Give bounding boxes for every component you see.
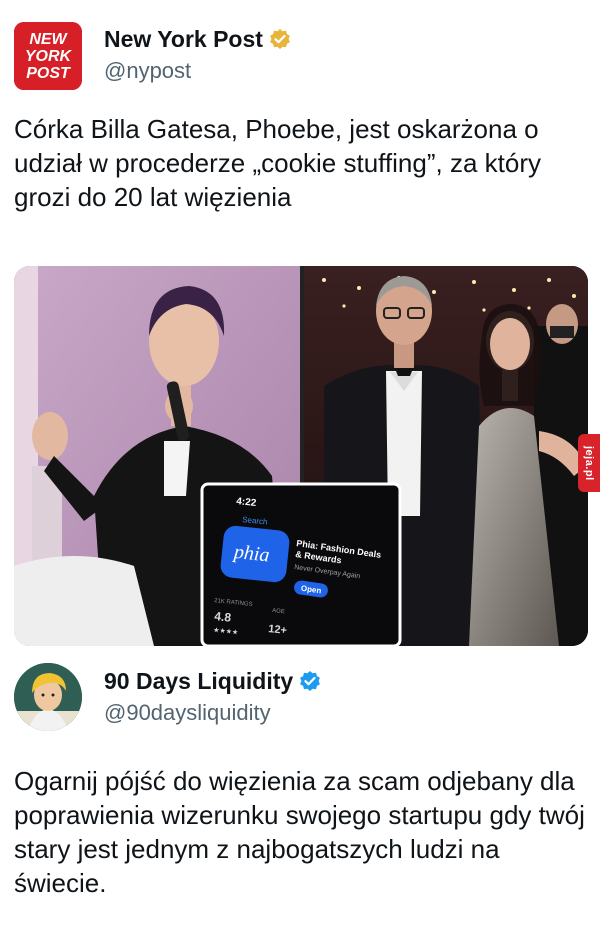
tweet-text: Córka Billa Gatesa, Phoebe, jest oskarżo… <box>14 114 541 212</box>
nypost-logo-icon: NEW YORK POST <box>14 22 82 90</box>
reply-author-name[interactable]: 90 Days Liquidity <box>104 668 321 698</box>
author-name[interactable]: New York Post <box>104 26 291 56</box>
inset-app-screenshot: 4:22 Search phia Phia: Fashion Deals & R… <box>200 482 402 646</box>
tweet-media[interactable]: 4:22 Search phia Phia: Fashion Deals & R… <box>14 266 588 646</box>
svg-text:phia: phia <box>231 541 271 567</box>
verified-blue-icon <box>299 670 321 698</box>
reply-author-name-text: 90 Days Liquidity <box>104 668 294 694</box>
reply-author-handle[interactable]: @90daysliquidity <box>104 700 271 726</box>
reply-avatar[interactable] <box>14 663 82 731</box>
svg-text:4:22: 4:22 <box>236 496 257 509</box>
tweet-header: NEW YORK POST New York Post @nypost <box>0 0 600 100</box>
verified-gold-icon <box>269 28 291 56</box>
svg-text:4.8: 4.8 <box>214 609 232 625</box>
jeja-watermark: jeja.pl <box>578 434 600 492</box>
svg-text:NEW: NEW <box>29 31 68 48</box>
photo-collage: 4:22 Search phia Phia: Fashion Deals & R… <box>14 266 588 646</box>
reply-text: Ogarnij pójść do więzienia za scam odjeb… <box>14 766 585 898</box>
author-name-text: New York Post <box>104 26 263 52</box>
nypost-avatar[interactable]: NEW YORK POST <box>14 22 82 90</box>
cartoon-avatar-icon <box>14 663 82 731</box>
svg-text:YORK: YORK <box>25 48 73 65</box>
svg-text:POST: POST <box>26 65 71 82</box>
author-handle[interactable]: @nypost <box>104 58 191 84</box>
svg-text:12+: 12+ <box>268 623 288 637</box>
